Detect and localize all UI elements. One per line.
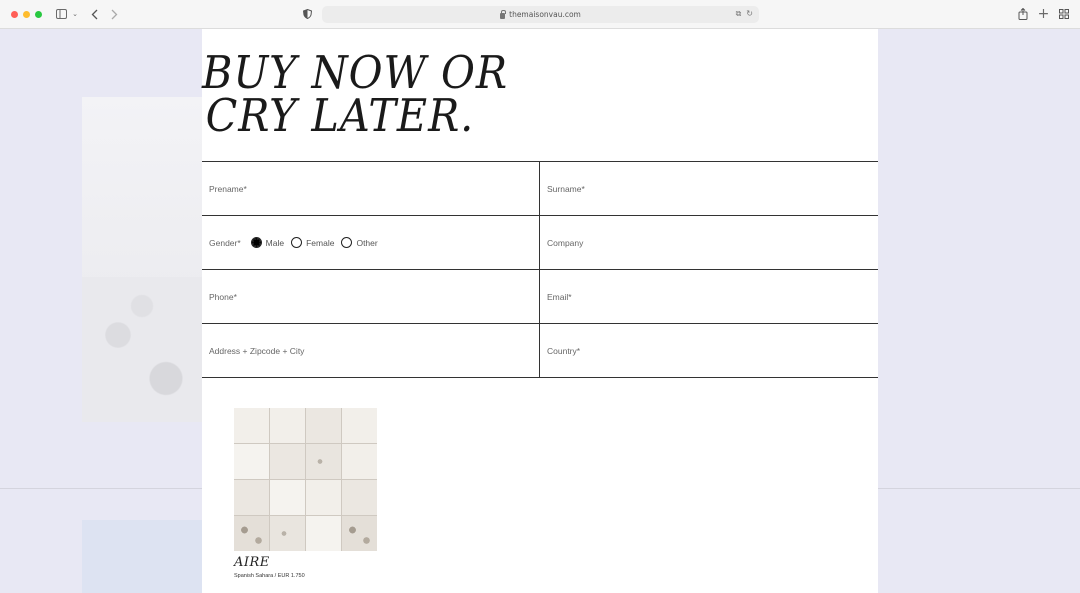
shield-icon[interactable] [302, 7, 312, 21]
checkout-panel: BUY NOW OR CRY LATER. Prename* Surname* … [202, 29, 878, 593]
country-field[interactable]: Country* [540, 324, 878, 377]
form-row: Address + Zipcode + City Country* [202, 324, 878, 378]
company-field[interactable]: Company [540, 216, 878, 269]
order-form: Prename* Surname* Gender* Male Female Ot… [202, 161, 878, 378]
chevron-right-icon[interactable] [109, 7, 119, 21]
background-block [82, 520, 202, 593]
close-window-button[interactable] [11, 11, 18, 18]
page-headline: BUY NOW OR CRY LATER. [202, 46, 509, 142]
background-image [82, 97, 202, 422]
gender-radio-male[interactable]: Male [250, 237, 285, 248]
zoom-window-button[interactable] [35, 11, 42, 18]
gender-field: Gender* Male Female Other [202, 216, 540, 269]
radio-label: Female [306, 237, 335, 248]
address-bar[interactable]: themaisonvau.com ⧉ ↻ [322, 6, 759, 23]
headline-line-1: BUY NOW OR [202, 46, 509, 99]
radio-checked-icon [250, 237, 262, 248]
radio-unchecked-icon [291, 237, 303, 248]
phone-field[interactable]: Phone* [202, 270, 540, 323]
form-row: Prename* Surname* [202, 162, 878, 216]
form-row: Phone* Email* [202, 270, 878, 324]
email-field[interactable]: Email* [540, 270, 878, 323]
minimize-window-button[interactable] [23, 11, 30, 18]
tab-grid-icon[interactable] [1058, 7, 1070, 21]
chevron-down-icon[interactable]: ⌄ [71, 7, 79, 21]
surname-field[interactable]: Surname* [540, 162, 878, 215]
url-text: themaisonvau.com [509, 10, 581, 19]
chevron-left-icon[interactable] [89, 7, 99, 21]
product-meta: Spanish Sahara / EUR 1.750 [234, 573, 305, 579]
sidebar-icon[interactable] [55, 7, 67, 21]
lock-icon [500, 9, 507, 19]
plus-icon[interactable]: + [1038, 6, 1050, 22]
reload-icon[interactable]: ↻ [746, 9, 753, 19]
gender-radio-other[interactable]: Other [341, 237, 378, 248]
product-card[interactable]: AIRE Spanish Sahara / EUR 1.750 [234, 408, 377, 579]
browser-toolbar: ⌄ themaisonvau.com ⧉ ↻ + [0, 0, 1080, 29]
headline-line-2: CRY LATER. [205, 89, 475, 142]
gender-label: Gender* [209, 237, 241, 248]
form-row: Gender* Male Female Other Company [202, 216, 878, 270]
share-icon[interactable] [1017, 7, 1028, 21]
radio-label: Male [265, 237, 285, 248]
product-image[interactable] [234, 408, 377, 551]
prename-field[interactable]: Prename* [202, 162, 540, 215]
radio-unchecked-icon [341, 237, 353, 248]
address-field[interactable]: Address + Zipcode + City [202, 324, 540, 377]
translate-icon[interactable]: ⧉ [736, 9, 742, 19]
gender-radio-female[interactable]: Female [291, 237, 334, 248]
product-name: AIRE [234, 555, 270, 570]
radio-label: Other [356, 237, 378, 248]
